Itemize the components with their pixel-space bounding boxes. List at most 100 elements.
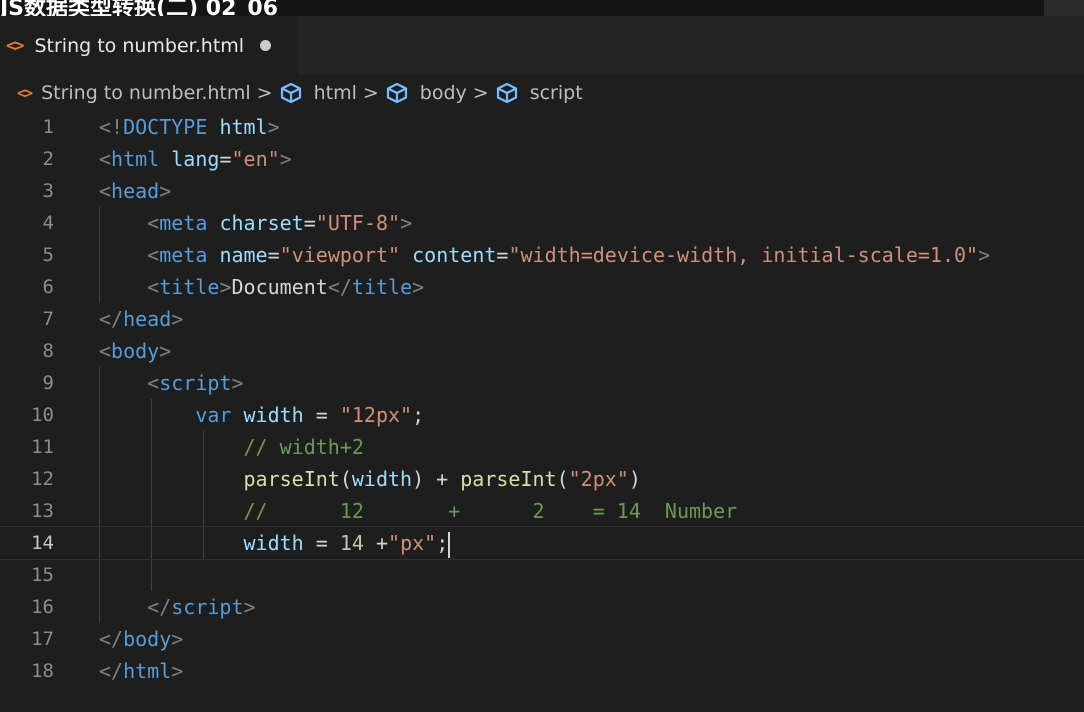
- code-text: <body>: [99, 335, 171, 367]
- tab-string-to-number[interactable]: <> String to number.html: [0, 16, 298, 75]
- code-token: <: [99, 371, 160, 395]
- line-number: 15: [31, 564, 54, 586]
- code-line[interactable]: 4 <meta charset="UTF-8">: [0, 207, 1084, 239]
- line-number: 14: [31, 532, 54, 554]
- line-number: 5: [42, 244, 54, 266]
- code-token: >: [279, 147, 292, 171]
- code-token: lang: [171, 147, 220, 171]
- line-number: 17: [31, 628, 54, 650]
- code-text: parseInt(width) + parseInt("2px"): [99, 463, 641, 495]
- code-token: >: [231, 371, 244, 395]
- window-title: JS数据类型转换(二) 02_06: [0, 0, 279, 16]
- code-token: <: [99, 339, 112, 363]
- code-line[interactable]: 3 <head>: [0, 175, 1084, 207]
- breadcrumb-item-script[interactable]: script: [495, 82, 583, 104]
- code-token: "width=device-width, initial-scale=1.0": [508, 243, 979, 267]
- code-token: =: [496, 243, 509, 267]
- code-token: html: [123, 659, 172, 683]
- code-text: <html lang="en">: [99, 143, 292, 175]
- code-token: <: [99, 179, 112, 203]
- code-token: width: [243, 403, 304, 427]
- code-line[interactable]: 2 <html lang="en">: [0, 143, 1084, 175]
- code-line[interactable]: 14 width = 14 +"px";: [0, 526, 1084, 560]
- line-number: 1: [42, 116, 54, 138]
- code-token: body: [111, 339, 160, 363]
- code-line[interactable]: 1 <!DOCTYPE html>: [0, 111, 1084, 143]
- code-text: <!DOCTYPE html>: [99, 111, 280, 143]
- code-token: title: [351, 275, 413, 299]
- code-token: "12px": [339, 403, 413, 427]
- line-number: 4: [42, 212, 54, 234]
- code-line[interactable]: 18 </html>: [0, 655, 1084, 687]
- code-token: parseInt: [460, 467, 557, 491]
- code-text: </body>: [99, 623, 183, 655]
- code-line[interactable]: 17 </body>: [0, 623, 1084, 655]
- code-token: <: [99, 275, 160, 299]
- breadcrumb-item-label: body: [419, 82, 467, 104]
- breadcrumb-file-label: String to number.html: [41, 82, 251, 104]
- code-token: Document: [231, 275, 328, 299]
- breadcrumb: <> String to number.html > html > body >…: [0, 75, 1084, 111]
- breadcrumb-file[interactable]: <> String to number.html: [17, 82, 251, 104]
- code-token: body: [123, 627, 172, 651]
- html-file-icon: <>: [6, 35, 25, 56]
- tab-label: String to number.html: [34, 34, 245, 57]
- code-token: ): [628, 467, 641, 491]
- code-token: </: [99, 595, 172, 619]
- code-token: DOCTYPE: [123, 115, 208, 139]
- line-number: 9: [42, 372, 54, 394]
- code-token: <: [99, 243, 160, 267]
- code-token: "en": [231, 147, 280, 171]
- symbol-element-icon: [280, 82, 301, 104]
- code-editor[interactable]: 1 <!DOCTYPE html> 2 <html lang="en"> 3 <head>…: [0, 111, 1084, 712]
- code-token: width: [243, 531, 304, 555]
- code-line[interactable]: 7 </head>: [0, 303, 1084, 335]
- code-text: </head>: [99, 303, 183, 335]
- line-number: 16: [31, 596, 54, 618]
- code-line[interactable]: 13 // 12 + 2 = 14 Number: [0, 495, 1084, 527]
- code-token: script: [159, 371, 232, 395]
- code-token: +: [363, 531, 389, 555]
- code-token: head: [111, 179, 160, 203]
- code-token: </: [99, 659, 124, 683]
- code-text: <title>Document</title>: [99, 271, 424, 303]
- code-token: >: [243, 595, 256, 619]
- code-line[interactable]: 15: [0, 559, 1084, 591]
- window-title-bar: JS数据类型转换(二) 02_06: [0, 0, 1084, 16]
- html-file-icon: <>: [17, 84, 33, 102]
- code-line[interactable]: 16 </script>: [0, 591, 1084, 623]
- code-token: >: [159, 179, 172, 203]
- code-line[interactable]: 8 <body>: [0, 335, 1084, 367]
- code-token: >: [159, 339, 172, 363]
- code-token: <: [99, 147, 112, 171]
- breadcrumb-separator: >: [472, 82, 489, 104]
- code-text: width = 14 +"px";: [99, 527, 451, 559]
- code-token: </: [327, 275, 352, 299]
- code-text: <script>: [99, 367, 244, 399]
- line-number: 10: [31, 404, 54, 426]
- unsaved-dot-icon[interactable]: [260, 40, 272, 51]
- code-token: =: [303, 531, 340, 555]
- breadcrumb-item-body[interactable]: body: [385, 82, 467, 104]
- code-line[interactable]: 5 <meta name="viewport" content="width=d…: [0, 239, 1084, 271]
- code-token: content: [412, 243, 497, 267]
- code-token: >: [267, 115, 280, 139]
- line-number: 3: [42, 180, 54, 202]
- breadcrumb-separator: >: [362, 82, 379, 104]
- code-token: charset: [219, 211, 304, 235]
- line-number: 11: [31, 436, 54, 458]
- code-line[interactable]: 6 <title>Document</title>: [0, 271, 1084, 303]
- code-token: script: [171, 595, 244, 619]
- code-token: =: [303, 403, 340, 427]
- code-line[interactable]: 9 <script>: [0, 367, 1084, 399]
- code-text: <meta name="viewport" content="width=dev…: [99, 239, 990, 271]
- code-line[interactable]: 10 var width = "12px";: [0, 399, 1084, 431]
- code-token: "UTF-8": [315, 211, 401, 235]
- code-line[interactable]: 12 parseInt(width) + parseInt("2px"): [0, 463, 1084, 495]
- code-token: ;: [412, 403, 425, 427]
- code-line[interactable]: 11 // width+2: [0, 431, 1084, 463]
- line-number: 6: [42, 276, 54, 298]
- breadcrumb-item-html[interactable]: html: [279, 82, 357, 104]
